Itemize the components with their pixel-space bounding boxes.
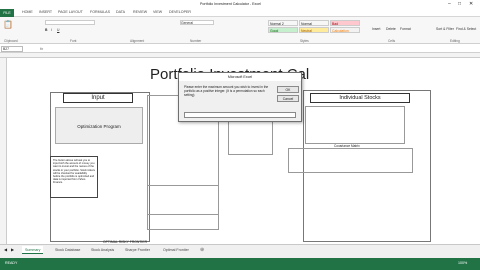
maximize-icon[interactable]: □ (458, 1, 461, 7)
optimization-program-button[interactable]: Optimization Program (55, 107, 143, 144)
sheet-tab-optimal-frontier[interactable]: Optimal Frontier (160, 246, 192, 254)
zoom-level[interactable]: 100% (458, 261, 467, 265)
dialog-input-field[interactable] (184, 112, 296, 118)
minimize-icon[interactable]: – (448, 1, 451, 7)
cells-group-label: Cells (388, 39, 396, 43)
style-normal[interactable]: Normal (299, 20, 329, 26)
tab-formulas[interactable]: FORMULAS (90, 10, 110, 14)
font-group-label: Font (70, 39, 77, 43)
underline-button[interactable]: U (57, 28, 59, 32)
ribbon-tabs: HOME INSERT PAGE LAYOUT FORMULAS DATA RE… (0, 9, 480, 17)
dialog-title: Microsoft Excel (179, 73, 301, 81)
title-bar: Portfolio Investment Calculator - Excel … (0, 0, 480, 9)
status-ready: READY (5, 261, 18, 265)
style-good[interactable]: Good (268, 27, 298, 33)
styles-group-label: Styles (300, 39, 309, 43)
tab-file[interactable]: FILE (0, 9, 14, 17)
description-text: The button above will ask you to input b… (50, 156, 98, 198)
weights-table (147, 185, 219, 230)
tab-page-layout[interactable]: PAGE LAYOUT (58, 10, 83, 14)
dialog-message: Please enter the maximum amount you wish… (184, 85, 269, 98)
scroll-right-icon[interactable]: ▶ (11, 247, 14, 252)
style-neutral[interactable]: Neutral (299, 27, 329, 33)
style-bad[interactable]: Bad (330, 20, 360, 26)
tab-insert[interactable]: INSERT (39, 10, 52, 14)
ribbon: 📋 Clipboard B I U Font Alignment General… (0, 17, 480, 44)
input-dialog: Microsoft Excel Please enter the maximum… (178, 72, 302, 122)
sheet-tab-stock-analysis[interactable]: Stock Analysis (88, 246, 117, 254)
status-bar: READY 100% (0, 258, 480, 270)
find-select-button[interactable]: Find & Select (456, 27, 478, 31)
format-cells-button[interactable]: Format (400, 27, 411, 31)
stocks-table (305, 106, 405, 144)
delete-cells-button[interactable]: Delete (386, 27, 396, 31)
paste-icon[interactable]: 📋 (3, 20, 13, 29)
individual-stocks-header: Individual Stocks (310, 93, 410, 103)
tab-review[interactable]: REVIEW (133, 10, 147, 14)
fx-icon[interactable]: fx (40, 46, 43, 51)
ok-button[interactable]: OK (277, 86, 299, 93)
window-title: Portfolio Investment Calculator - Excel (200, 2, 261, 6)
alignment-group-label: Alignment (130, 39, 145, 43)
number-format-select[interactable]: General (180, 20, 214, 25)
sheet-tabs-bar: ◀ ▶ Summary Stock Database Stock Analysi… (0, 244, 480, 258)
add-sheet-icon[interactable]: ⊕ (200, 247, 204, 253)
insert-cells-button[interactable]: Insert (372, 27, 380, 31)
tab-view[interactable]: VIEW (153, 10, 162, 14)
cancel-button[interactable]: Cancel (277, 95, 299, 102)
style-calculation[interactable]: Calculation (330, 27, 360, 33)
sheet-tab-stock-database[interactable]: Stock Database (52, 246, 83, 254)
editing-group-label: Editing (450, 39, 460, 43)
scroll-left-icon[interactable]: ◀ (4, 247, 7, 252)
sheet-tab-summary[interactable]: Summary (22, 246, 44, 254)
name-box[interactable]: B27 (1, 46, 23, 52)
tab-developer[interactable]: DEVELOPER (169, 10, 191, 14)
tab-home[interactable]: HOME (22, 10, 33, 14)
style-normal-2[interactable]: Normal 2 (268, 20, 298, 26)
row-headers[interactable] (0, 58, 7, 244)
bold-button[interactable]: B (45, 28, 47, 32)
input-header: Input (63, 93, 133, 103)
font-name-select[interactable] (45, 20, 95, 25)
tab-data[interactable]: DATA (116, 10, 125, 14)
number-group-label: Number (190, 39, 202, 43)
italic-button[interactable]: I (51, 28, 52, 32)
sheet-tab-sharpe-frontier[interactable]: Sharpe Frontier (122, 246, 153, 254)
formula-bar: fx (0, 44, 480, 53)
clipboard-group-label: Clipboard (4, 39, 18, 43)
close-icon[interactable]: ✕ (469, 1, 473, 7)
formula-input[interactable] (50, 46, 475, 51)
sort-filter-button[interactable]: Sort & Filter (436, 27, 454, 31)
covariance-table (288, 148, 413, 173)
